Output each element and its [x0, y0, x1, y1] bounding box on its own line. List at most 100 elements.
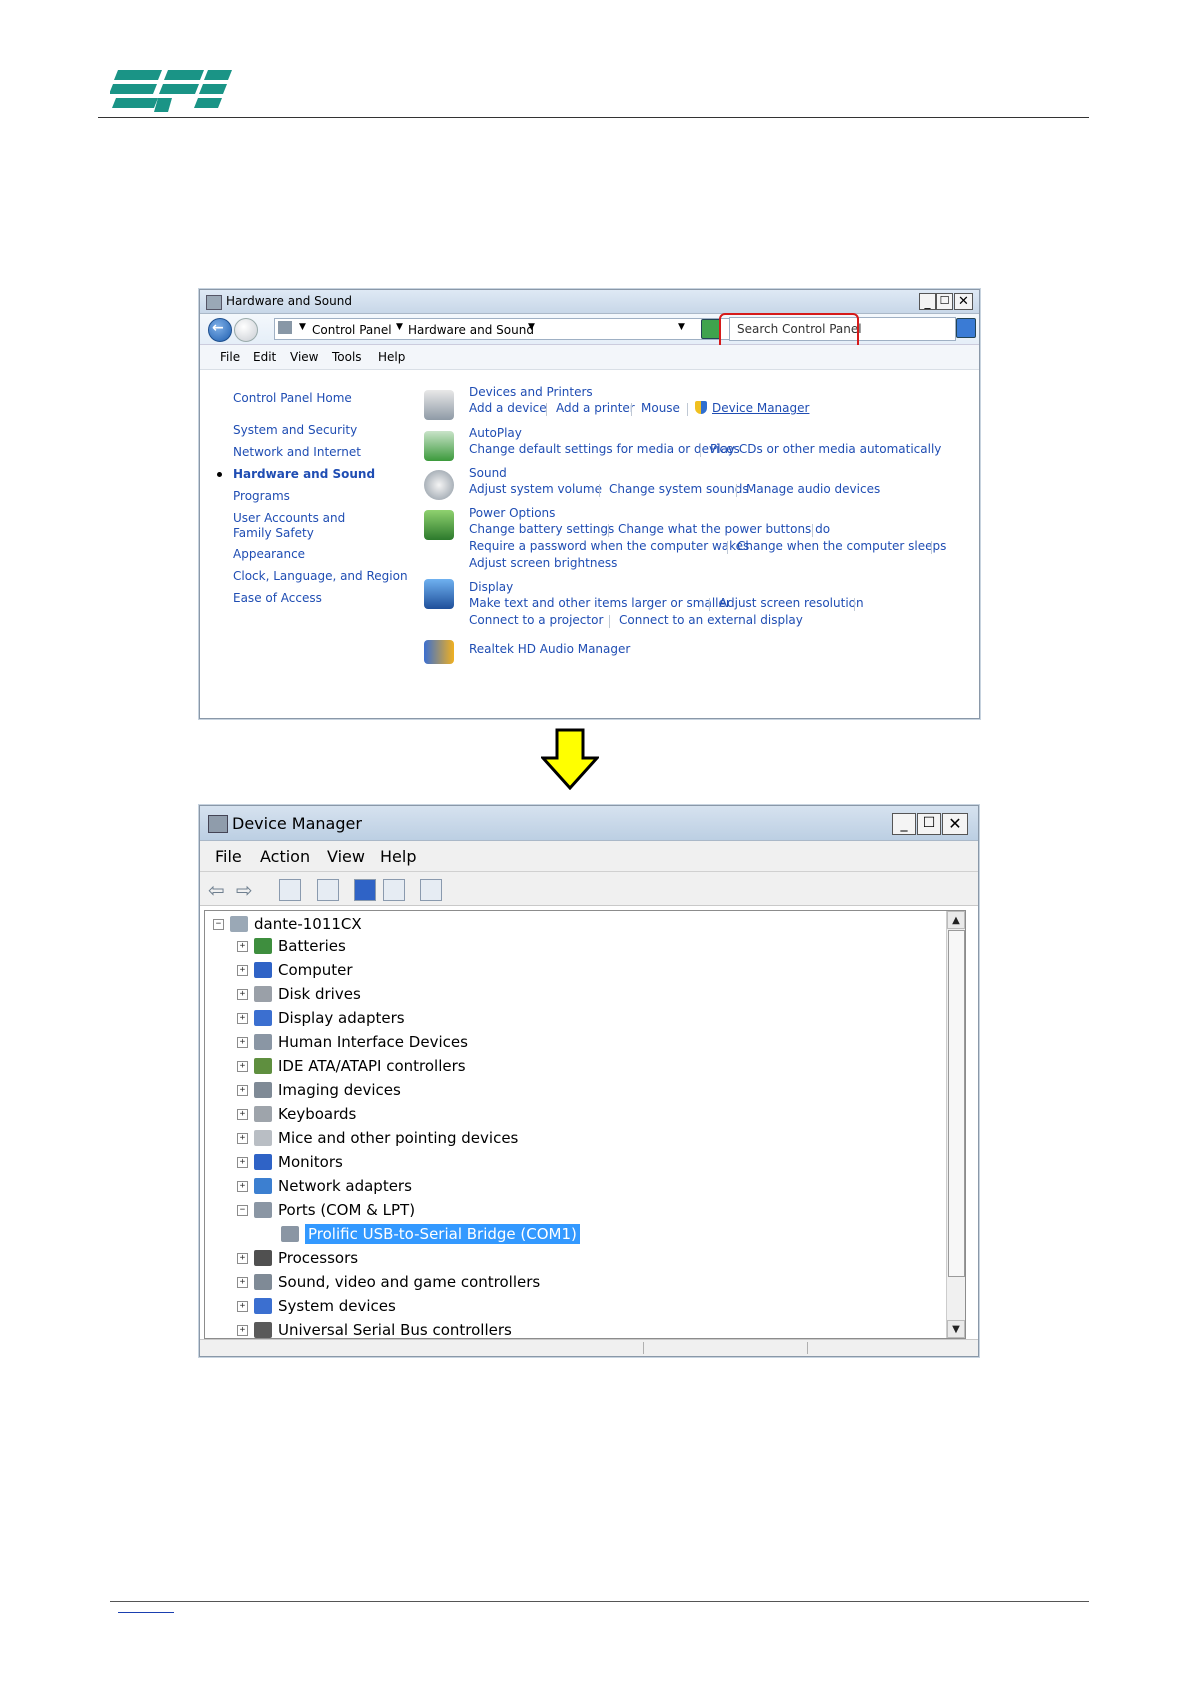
chevron-down-icon[interactable]: ▼	[299, 322, 306, 332]
expand-toggle[interactable]: +	[237, 1252, 248, 1264]
chevron-down-icon[interactable]: ▼	[528, 322, 535, 332]
scroll-thumb[interactable]	[948, 930, 965, 1277]
expand-toggle[interactable]: +	[237, 1060, 248, 1072]
breadcrumb-hardware-sound[interactable]: Hardware and Sound	[408, 323, 534, 337]
collapse-toggle[interactable]: −	[213, 918, 224, 930]
link-adjust-volume[interactable]: Adjust system volume	[469, 482, 602, 496]
menu-tools[interactable]: Tools	[332, 350, 362, 364]
sidebar-item-control-panel-home[interactable]: Control Panel Home	[233, 391, 352, 405]
tree-category-item[interactable]: + Imaging devices	[237, 1079, 401, 1101]
tree-category-item[interactable]: + Human Interface Devices	[237, 1031, 468, 1053]
link-add-printer[interactable]: Add a printer	[556, 401, 635, 415]
category-autoplay[interactable]: AutoPlay	[469, 426, 522, 440]
link-power-buttons[interactable]: Change what the power buttons do	[618, 522, 830, 536]
tree-category-item[interactable]: + Network adapters	[237, 1175, 412, 1197]
expand-toggle[interactable]: +	[237, 1156, 248, 1168]
category-power-options[interactable]: Power Options	[469, 506, 555, 520]
minimize-button[interactable]: _	[892, 813, 916, 835]
link-change-sounds[interactable]: Change system sounds	[609, 482, 749, 496]
sidebar-item-clock-language[interactable]: Clock, Language, and Region	[233, 569, 408, 583]
forward-arrow-icon[interactable]: ⇨	[236, 878, 253, 902]
category-display[interactable]: Display	[469, 580, 513, 594]
menu-help[interactable]: Help	[380, 847, 416, 866]
minimize-button[interactable]: _	[919, 293, 936, 310]
link-mouse[interactable]: Mouse	[641, 401, 680, 415]
close-button[interactable]: ✕	[954, 293, 973, 310]
maximize-button[interactable]: ☐	[917, 813, 941, 835]
expand-toggle[interactable]: +	[237, 1036, 248, 1048]
back-arrow-icon[interactable]: ⇦	[208, 878, 225, 902]
link-battery-settings[interactable]: Change battery settings	[469, 522, 614, 536]
tree-root[interactable]: − dante-1011CX	[213, 913, 362, 935]
help-icon[interactable]	[354, 879, 376, 901]
vertical-scrollbar[interactable]: ▲ ▼	[946, 911, 965, 1338]
expand-toggle[interactable]: +	[237, 940, 248, 952]
tree-category-item[interactable]: + Batteries	[237, 935, 346, 957]
expand-toggle[interactable]: +	[237, 964, 248, 976]
expand-toggle[interactable]: +	[237, 1276, 248, 1288]
close-button[interactable]: ✕	[942, 813, 968, 835]
menu-help[interactable]: Help	[378, 350, 405, 364]
expand-toggle[interactable]: +	[237, 1012, 248, 1024]
breadcrumb-control-panel[interactable]: Control Panel	[312, 323, 392, 337]
expand-toggle[interactable]: +	[237, 1108, 248, 1120]
link-text-size[interactable]: Make text and other items larger or smal…	[469, 596, 731, 610]
view-icon[interactable]	[383, 879, 405, 901]
maximize-button[interactable]: ☐	[936, 293, 953, 310]
link-play-cds[interactable]: Play CDs or other media automatically	[710, 442, 941, 456]
tree-category-item[interactable]: + Mice and other pointing devices	[237, 1127, 518, 1149]
sidebar-item-programs[interactable]: Programs	[233, 489, 290, 503]
tree-category-item[interactable]: + Display adapters	[237, 1007, 405, 1029]
menu-view[interactable]: View	[290, 350, 318, 364]
menu-file[interactable]: File	[220, 350, 240, 364]
link-connect-projector[interactable]: Connect to a projector	[469, 613, 603, 627]
category-sound[interactable]: Sound	[469, 466, 507, 480]
chevron-down-icon[interactable]: ▼	[396, 322, 403, 332]
sidebar-item-user-accounts[interactable]: User Accounts and Family Safety	[233, 511, 383, 541]
menu-file[interactable]: File	[215, 847, 242, 866]
expand-toggle[interactable]: +	[237, 1324, 248, 1336]
link-change-sleep[interactable]: Change when the computer sleeps	[737, 539, 946, 553]
history-dropdown-icon[interactable]: ▼	[678, 322, 685, 332]
collapse-toggle[interactable]: −	[237, 1204, 248, 1216]
expand-toggle[interactable]: +	[237, 1180, 248, 1192]
link-screen-brightness[interactable]: Adjust screen brightness	[469, 556, 617, 570]
tree-category-item[interactable]: + Processors	[237, 1247, 358, 1269]
link-manage-audio[interactable]: Manage audio devices	[746, 482, 880, 496]
category-realtek-audio[interactable]: Realtek HD Audio Manager	[469, 642, 630, 656]
link-require-password[interactable]: Require a password when the computer wak…	[469, 539, 749, 553]
search-icon[interactable]	[956, 318, 976, 338]
tree-category-item[interactable]: + Keyboards	[237, 1103, 356, 1125]
link-add-device[interactable]: Add a device	[469, 401, 547, 415]
up-level-icon[interactable]	[279, 879, 301, 901]
link-external-display[interactable]: Connect to an external display	[619, 613, 803, 627]
tree-category-item[interactable]: + Monitors	[237, 1151, 343, 1173]
sidebar-item-appearance[interactable]: Appearance	[233, 547, 305, 561]
tree-category-item[interactable]: + Disk drives	[237, 983, 361, 1005]
link-device-manager[interactable]: Device Manager	[712, 401, 809, 415]
scroll-up-arrow[interactable]: ▲	[947, 911, 965, 929]
category-devices-printers[interactable]: Devices and Printers	[469, 385, 593, 399]
expand-toggle[interactable]: +	[237, 988, 248, 1000]
expand-toggle[interactable]: +	[237, 1084, 248, 1096]
sidebar-item-hardware-sound[interactable]: Hardware and Sound	[233, 467, 375, 481]
menu-view[interactable]: View	[327, 847, 365, 866]
sidebar-item-ease-of-access[interactable]: Ease of Access	[233, 591, 322, 605]
tree-category-item[interactable]: + Universal Serial Bus controllers	[237, 1319, 512, 1341]
sidebar-item-system-security[interactable]: System and Security	[233, 423, 357, 437]
sidebar-item-network-internet[interactable]: Network and Internet	[233, 445, 361, 459]
tree-child-item[interactable]: Prolific USB-to-Serial Bridge (COM1)	[281, 1223, 580, 1245]
link-screen-resolution[interactable]: Adjust screen resolution	[719, 596, 864, 610]
forward-button[interactable]	[234, 318, 258, 342]
scroll-down-arrow[interactable]: ▼	[947, 1320, 965, 1338]
tree-category-item[interactable]: + Sound, video and game controllers	[237, 1271, 540, 1293]
properties-icon[interactable]	[317, 879, 339, 901]
tree-category-item[interactable]: + IDE ATA/ATAPI controllers	[237, 1055, 466, 1077]
tree-category-item[interactable]: + Computer	[237, 959, 353, 981]
menu-action[interactable]: Action	[260, 847, 310, 866]
scan-hardware-icon[interactable]	[420, 879, 442, 901]
tree-category-item[interactable]: − Ports (COM & LPT)	[237, 1199, 415, 1221]
expand-toggle[interactable]: +	[237, 1132, 248, 1144]
refresh-icon[interactable]	[701, 319, 721, 339]
tree-category-item[interactable]: + System devices	[237, 1295, 396, 1317]
